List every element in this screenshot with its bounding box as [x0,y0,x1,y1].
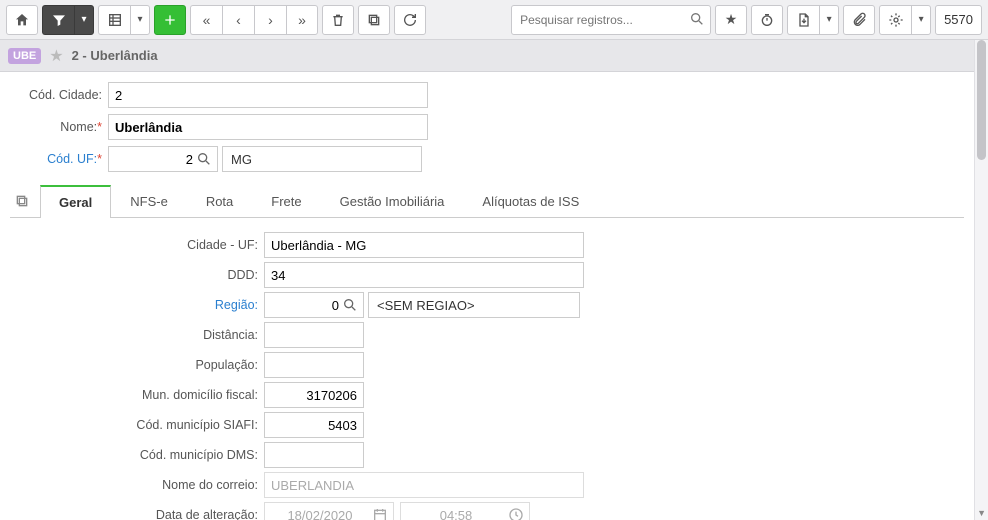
label-cod-cidade: Cód. Cidade: [10,88,108,102]
copy-button[interactable] [358,5,390,35]
list-view-button[interactable] [98,5,130,35]
label-regiao[interactable]: Região: [14,298,264,312]
input-distancia[interactable] [264,322,364,348]
export-button[interactable] [787,5,819,35]
vertical-scrollbar[interactable]: ▼ [974,40,988,520]
input-cod-uf[interactable] [108,146,218,172]
tab-aliquotas-iss[interactable]: Alíquotas de ISS [463,185,598,217]
content-area: Cód. Cidade: Nome:* Cód. UF:* MG Geral N… [0,72,974,520]
first-page-button[interactable]: « [190,5,222,35]
input-nome[interactable] [108,114,428,140]
breadcrumb-title: 2 - Uberlândia [72,48,158,63]
settings-dropdown-button[interactable]: ▾ [911,5,931,35]
desc-regiao: <SEM REGIAO> [368,292,580,318]
record-count: 5570 [935,5,982,35]
input-mun-domicilio[interactable] [264,382,364,408]
add-button[interactable] [154,5,186,35]
label-cod-siafi: Cód. município SIAFI: [14,418,264,432]
scroll-down-icon[interactable]: ▼ [977,508,986,518]
search-icon [689,11,705,30]
tabs: Geral NFS-e Rota Frete Gestão Imobiliári… [10,184,964,218]
search-container [511,5,711,35]
tab-gestao-imobiliaria[interactable]: Gestão Imobiliária [321,185,464,217]
input-populacao[interactable] [264,352,364,378]
label-data-alteracao: Data de alteração: [14,508,264,520]
refresh-button[interactable] [394,5,426,35]
scrollbar-thumb[interactable] [977,40,986,160]
label-distancia: Distância: [14,328,264,342]
label-ddd: DDD: [14,268,264,282]
label-mun-domicilio: Mun. domicílio fiscal: [14,388,264,402]
input-ddd[interactable] [264,262,584,288]
calendar-icon [372,507,388,520]
copy-tab-icon[interactable] [10,189,34,213]
last-page-button[interactable]: » [286,5,318,35]
label-nome: Nome:* [10,120,108,134]
tab-geral[interactable]: Geral [40,185,111,218]
desc-cod-uf: MG [222,146,422,172]
clock-icon [508,507,524,520]
settings-button[interactable] [879,5,911,35]
filter-dropdown-button[interactable]: ▾ [74,5,94,35]
tab-nfse[interactable]: NFS-e [111,185,187,217]
prev-page-button[interactable]: ‹ [222,5,254,35]
main-toolbar: ▾ ▾ « ‹ › » ★ ▾ ▾ 5570 [0,0,988,40]
entity-badge: UBE [8,48,41,64]
label-cidade-uf: Cidade - UF: [14,238,264,252]
label-cod-uf[interactable]: Cód. UF:* [10,152,108,166]
label-cod-dms: Cód. município DMS: [14,448,264,462]
input-cod-dms[interactable] [264,442,364,468]
favorite-button[interactable]: ★ [715,5,747,35]
timer-button[interactable] [751,5,783,35]
form-geral: Cidade - UF: DDD: Região: <SEM REGIAO> D… [10,218,964,520]
label-nome-correio: Nome do correio: [14,478,264,492]
export-dropdown-button[interactable]: ▾ [819,5,839,35]
filter-button[interactable] [42,5,74,35]
input-cod-siafi[interactable] [264,412,364,438]
attachment-button[interactable] [843,5,875,35]
home-button[interactable] [6,5,38,35]
favorite-star-icon[interactable]: ★ [49,46,63,66]
input-regiao[interactable] [264,292,364,318]
search-input[interactable] [511,5,711,35]
next-page-button[interactable]: › [254,5,286,35]
list-view-dropdown-button[interactable]: ▾ [130,5,150,35]
input-nome-correio [264,472,584,498]
tab-rota[interactable]: Rota [187,185,252,217]
label-populacao: População: [14,358,264,372]
input-cidade-uf[interactable] [264,232,584,258]
input-cod-cidade[interactable] [108,82,428,108]
tab-frete[interactable]: Frete [252,185,320,217]
breadcrumb-bar: UBE ★ 2 - Uberlândia [0,40,988,72]
delete-button[interactable] [322,5,354,35]
